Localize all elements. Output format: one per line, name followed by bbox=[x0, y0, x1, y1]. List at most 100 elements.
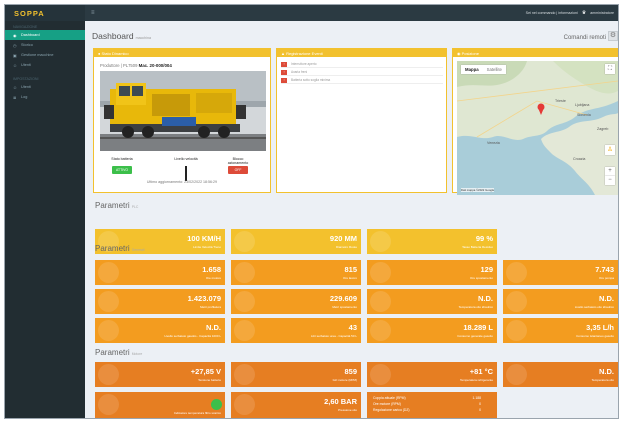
sidebar-item-utenti[interactable]: ☺ Utenti bbox=[5, 60, 85, 70]
pressure-icon bbox=[234, 394, 255, 415]
event-log-panel: ▲ Registrazione Eventi ! Interruttore ap… bbox=[276, 48, 447, 193]
gear-icon[interactable]: ⚙ bbox=[608, 31, 618, 41]
tile-value: 100 KM/H bbox=[187, 234, 221, 243]
tile-label: Tensione batterie bbox=[198, 378, 221, 382]
tile-label: Indicatore temperatura filtro scarico bbox=[173, 411, 221, 415]
user-icon: ☺ bbox=[13, 84, 18, 90]
sidebar-item-label: Storico bbox=[21, 43, 33, 47]
sidebar-item-utenti-settings[interactable]: ☺ Utenti bbox=[5, 82, 85, 92]
event-row[interactable]: ! Interruttore aperto bbox=[281, 61, 443, 68]
tile-label: Metri spostamento bbox=[332, 305, 357, 309]
tile-coolant-temp: +81 °C Temperatura refrigerante bbox=[367, 362, 497, 387]
section-title-plc: Parametri PLC bbox=[95, 201, 138, 210]
tile-value: N.D. bbox=[478, 294, 493, 303]
tile-label: Livello serbatoio olio idraulico bbox=[574, 305, 614, 309]
thermometer-icon bbox=[506, 364, 527, 385]
event-row[interactable]: ! Avaria freni bbox=[281, 69, 443, 76]
tile-battery-rate: 99 % Tasso Batteria Residuo bbox=[367, 229, 497, 254]
last-update-caption: Ultimo aggiornamento: 23/02/2022 18:56:2… bbox=[146, 180, 218, 184]
menu-toggle-icon[interactable]: ≡ bbox=[91, 10, 95, 16]
tile-pump-hours: 7.743 Ore pompa bbox=[503, 260, 618, 285]
tile-value: 1.658 bbox=[202, 265, 221, 274]
panel-title: Registrazione Eventi bbox=[286, 51, 323, 56]
ruler-icon bbox=[234, 291, 255, 312]
zoom-out-icon[interactable]: − bbox=[605, 176, 615, 185]
dashboard-icon: ◉ bbox=[13, 32, 17, 38]
main-content: Dashboard macchina Comandi remoti ⚙ ● Sta… bbox=[85, 21, 618, 418]
tile-diesel-consumption: 18.289 L Consumo generale gasolio bbox=[367, 318, 497, 343]
panel-header: ▲ Registrazione Eventi bbox=[277, 49, 446, 57]
engine-load-list: Coppia attuale (RPM) 1.188 Ore motore (R… bbox=[373, 395, 481, 413]
section-subtitle: PLC bbox=[131, 205, 139, 209]
page-subtitle: macchina bbox=[135, 36, 151, 40]
tile-value: 920 MM bbox=[329, 234, 357, 243]
tank-icon bbox=[506, 291, 527, 312]
tile-hydraulic-oil-temp: N.D. Temperatura olio idraulico bbox=[367, 289, 497, 314]
filter-icon bbox=[98, 394, 119, 415]
tile-engine-rpm: 859 Giri motore (RPM) bbox=[231, 362, 361, 387]
tile-value: 129 bbox=[480, 265, 493, 274]
tile-wheel-diameter: 920 MM Diametro Ruote bbox=[231, 229, 361, 254]
tile-label: Pressione olio bbox=[338, 408, 357, 412]
map-tab-satellite[interactable]: Satellite bbox=[483, 65, 506, 74]
map-footer: Dati mappa ©2022 Google bbox=[461, 188, 495, 192]
remote-commands-label[interactable]: Comandi remoti bbox=[564, 35, 606, 41]
tile-value: 18.289 L bbox=[463, 323, 493, 332]
zoom-in-icon[interactable]: + bbox=[605, 167, 615, 176]
event-text: Avaria freni bbox=[291, 70, 308, 74]
list-item-value: 0 bbox=[479, 408, 481, 412]
sidebar-item-log[interactable]: ≣ Log bbox=[5, 92, 85, 102]
machine-id-line: Produttore | PL7509 Mac. 20-000/004 bbox=[100, 63, 172, 68]
tile-label: Temperatura refrigerante bbox=[459, 378, 493, 382]
tile-value: N.D. bbox=[599, 294, 614, 303]
sidebar-item-dashboard[interactable]: ◉ Dashboard bbox=[5, 30, 85, 40]
tile-value: 43 bbox=[348, 323, 357, 332]
sidebar-item-label: Gestione macchine bbox=[21, 53, 54, 57]
alert-badge: ! bbox=[281, 61, 287, 67]
clock-icon bbox=[506, 262, 527, 283]
sidebar-item-label: Dashboard bbox=[21, 33, 40, 37]
tile-value: 1.423.079 bbox=[187, 294, 221, 303]
user-name[interactable]: amministratore bbox=[590, 11, 614, 15]
sidebar-item-label: Log bbox=[21, 95, 28, 99]
tile-engine-hours: 1.658 Ore motore bbox=[95, 260, 225, 285]
map-view[interactable]: Mappa Satellite ⛶ ♙ + − Venezia Trieste … bbox=[457, 61, 618, 195]
machine-prefix: Produttore | PL7509 bbox=[100, 63, 138, 68]
list-item: Regolazione carico (DZ) 0 bbox=[373, 407, 481, 413]
event-row[interactable]: ! Batteria sotto soglia minima bbox=[281, 77, 443, 84]
map-label: Ljubljana bbox=[575, 103, 590, 107]
sidebar-section-header: NAVIGAZIONE bbox=[13, 25, 38, 29]
status-label-battery: Stato batteria bbox=[111, 157, 133, 161]
tile-move-hours: 129 Ore spostamento bbox=[367, 260, 497, 285]
tile-oil-pressure: 2,60 BAR Pressione olio bbox=[231, 392, 361, 418]
map-tab-mappa[interactable]: Mappa bbox=[461, 65, 483, 74]
sidebar-item-label: Utenti bbox=[21, 85, 31, 89]
sidebar-item-gestione-macchine[interactable]: ▣ Gestione macchine bbox=[5, 50, 85, 60]
tile-value: 2,60 BAR bbox=[324, 397, 357, 406]
clock-icon bbox=[98, 262, 119, 283]
section-title-text: Parametri bbox=[95, 348, 130, 357]
status-pill-lock: OFF bbox=[228, 166, 248, 174]
fullscreen-icon[interactable]: ⛶ bbox=[605, 64, 615, 74]
tile-value: N.D. bbox=[599, 367, 614, 376]
status-pill-battery: ATTIVO bbox=[112, 166, 132, 174]
tile-label: Livello serbatoio gasolio - Capacità 100… bbox=[164, 334, 221, 338]
map-label: Zagreb bbox=[597, 127, 609, 131]
section-subtitle: Generali bbox=[131, 248, 145, 252]
map-type-tabs: Mappa Satellite bbox=[461, 65, 506, 74]
thermometer-icon bbox=[370, 364, 391, 385]
panel-title: Stato Dinamico bbox=[101, 51, 129, 56]
tile-value: 229.609 bbox=[329, 294, 357, 303]
sidebar-item-storico[interactable]: ◷ Storico bbox=[5, 40, 85, 50]
user-icon[interactable]: ♛ bbox=[582, 10, 586, 16]
top-nav-text[interactable]: Sei nel commando | informazioni bbox=[526, 11, 578, 15]
battery-icon bbox=[98, 364, 119, 385]
status-label-speed: Livello velocità bbox=[174, 157, 198, 161]
event-text: Batteria sotto soglia minima bbox=[291, 78, 331, 82]
sidebar-section-header: IMPOSTAZIONI bbox=[13, 77, 39, 81]
tile-profiling-meters: 1.423.079 Metri profilatura bbox=[95, 289, 225, 314]
tile-value: +27,85 V bbox=[190, 367, 221, 376]
machine-photo bbox=[100, 71, 266, 151]
pegman-icon[interactable]: ♙ bbox=[605, 145, 615, 155]
brand-logo[interactable]: SOPPA bbox=[5, 5, 85, 21]
